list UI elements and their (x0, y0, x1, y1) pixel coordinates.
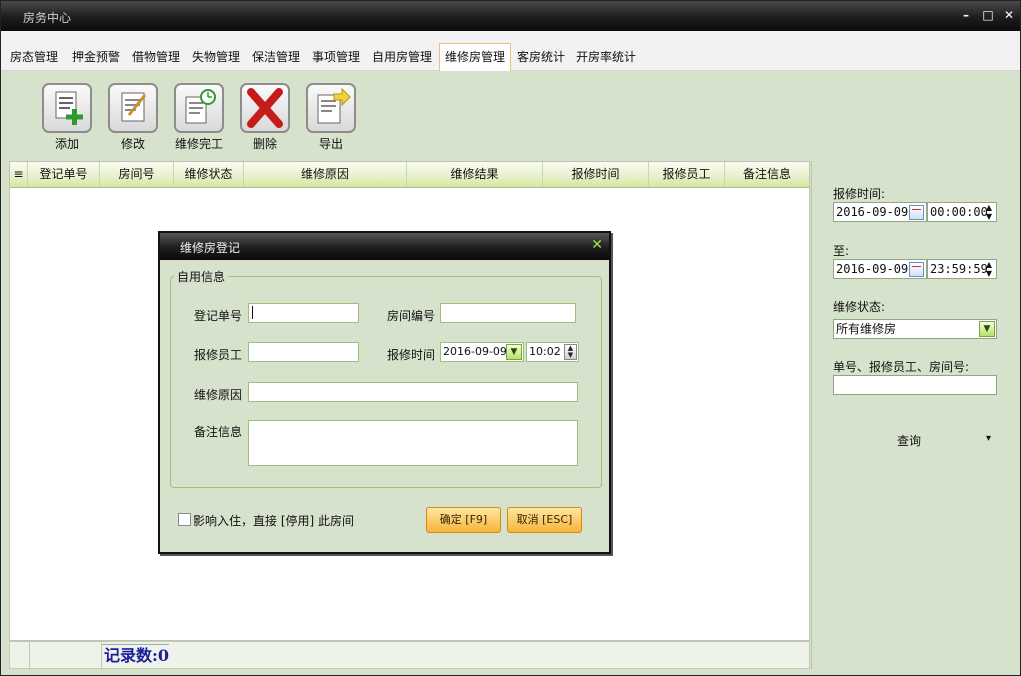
maximize-button[interactable]: □ (980, 7, 996, 23)
status-cell (10, 642, 30, 668)
query-button[interactable]: 查询 (897, 432, 921, 449)
search-input[interactable] (833, 375, 997, 395)
module-tabs: 房态管理 押金预警 借物管理 失物管理 保洁管理 事项管理 自用房管理 维修房管… (1, 31, 1020, 71)
staff-label: 报修员工 (193, 348, 242, 362)
delete-x-icon (240, 83, 290, 133)
edit-button[interactable]: 修改 (107, 83, 159, 152)
time-spinner-icon[interactable]: ▲ ▼ (983, 260, 995, 278)
chevron-down-icon[interactable]: ▼ (979, 321, 995, 337)
column-header[interactable]: 报修员工 (649, 162, 725, 187)
tab-guest-stats[interactable]: 客房统计 (513, 45, 569, 69)
export-button[interactable]: 导出 (305, 83, 357, 152)
calendar-icon[interactable] (909, 205, 924, 220)
tab-lost[interactable]: 失物管理 (187, 45, 245, 69)
status-bar: 记录数:0 (9, 641, 810, 669)
column-header[interactable]: 备注信息 (725, 162, 809, 187)
repair-status-value: 所有维修房 (836, 322, 897, 336)
minimize-button[interactable]: – (958, 7, 974, 23)
export-label: 导出 (318, 137, 343, 151)
dialog-title-bar: 维修房登记 ✕ (160, 233, 609, 260)
column-header[interactable]: 维修状态 (174, 162, 244, 187)
text-caret (252, 306, 253, 319)
time-spinner-icon[interactable]: ▲ ▼ (564, 344, 577, 360)
repair-time-value: 10:02 (529, 345, 561, 358)
column-header[interactable]: 维修结果 (407, 162, 543, 187)
toolbar: 添加 修改 维修完工 删除 导出 (9, 71, 1014, 161)
disable-room-checkbox[interactable] (178, 513, 191, 526)
export-doc-icon (306, 83, 356, 133)
tab-borrow[interactable]: 借物管理 (127, 45, 185, 69)
record-count: 记录数:0 (102, 644, 170, 665)
filter-panel: 报修时间: 2016-09-09 00:00:00 ▲ ▼ 至: 2016-09-… (811, 161, 1014, 669)
reason-input[interactable] (248, 382, 578, 402)
confirm-button[interactable]: 确定 [F9] (426, 507, 501, 533)
dialog-close-icon[interactable]: ✕ (591, 237, 603, 253)
repair-date-value: 2016-09-09 (443, 345, 507, 358)
repair-status-label: 维修状态: (833, 300, 886, 314)
repair-time-label: 报修时间: (833, 187, 886, 201)
delete-label: 删除 (252, 137, 277, 151)
clock-doc-icon (174, 83, 224, 133)
repair-status-select[interactable]: 所有维修房 ▼ (833, 319, 997, 339)
tab-cleaning[interactable]: 保洁管理 (247, 45, 305, 69)
room-no-input[interactable] (440, 303, 576, 323)
table-header: ≡ 登记单号 房间号 维修状态 维修原因 维修结果 报修时间 报修员工 备注信息 (10, 162, 809, 188)
column-header[interactable]: 房间号 (100, 162, 174, 187)
repair-date-select[interactable]: 2016-09-09 ▼ (440, 342, 524, 362)
query-dropdown-icon[interactable]: ▾ (986, 433, 991, 444)
column-header[interactable]: 报修时间 (543, 162, 649, 187)
reason-label: 维修原因 (193, 388, 242, 402)
remark-textarea[interactable] (248, 420, 578, 466)
status-cell (30, 642, 102, 668)
column-chooser-icon[interactable]: ≡ (10, 162, 28, 187)
tab-room-status[interactable]: 房态管理 (5, 45, 63, 69)
repair-time-input[interactable]: 10:02 ▲ ▼ (526, 342, 579, 362)
edit-label: 修改 (120, 137, 145, 151)
time-spinner-icon[interactable]: ▲ ▼ (983, 203, 995, 221)
close-button[interactable]: ✕ (1001, 7, 1017, 23)
delete-button[interactable]: 删除 (239, 83, 291, 152)
tab-maintenance[interactable]: 维修房管理 (439, 43, 511, 71)
app-window: 房务中心 – □ ✕ 房态管理 押金预警 借物管理 失物管理 保洁管理 事项管理… (0, 0, 1021, 676)
complete-repair-label: 维修完工 (174, 137, 223, 151)
column-header[interactable]: 登记单号 (28, 162, 100, 187)
staff-input[interactable] (248, 342, 359, 362)
title-bar: 房务中心 – □ ✕ (1, 1, 1020, 31)
window-title: 房务中心 (23, 11, 72, 25)
dialog-title: 维修房登记 (180, 241, 241, 255)
calendar-icon[interactable] (909, 262, 924, 277)
tab-matters[interactable]: 事项管理 (307, 45, 365, 69)
search-label: 单号、报修员工、房间号: (833, 360, 970, 374)
remark-label: 备注信息 (193, 425, 242, 439)
add-doc-icon (42, 83, 92, 133)
tab-deposit-alert[interactable]: 押金预警 (67, 45, 125, 69)
order-no-label: 登记单号 (193, 309, 242, 323)
to-label: 至: (833, 244, 850, 258)
repair-time-label: 报修时间 (386, 348, 435, 362)
cancel-button[interactable]: 取消 [ESC] (507, 507, 582, 533)
tab-self-use[interactable]: 自用房管理 (367, 45, 437, 69)
repair-register-dialog: 维修房登记 ✕ 自用信息 登记单号 房间编号 报修员工 报修时间 2016-09… (158, 231, 611, 554)
add-label: 添加 (54, 137, 79, 151)
room-no-label: 房间编号 (386, 309, 435, 323)
tab-occupancy-stats[interactable]: 开房率统计 (571, 45, 641, 69)
order-no-input[interactable] (248, 303, 359, 323)
add-button[interactable]: 添加 (41, 83, 93, 152)
column-header[interactable]: 维修原因 (244, 162, 407, 187)
complete-repair-button[interactable]: 维修完工 (173, 83, 225, 152)
info-group-label: 自用信息 (174, 268, 229, 285)
chevron-down-icon[interactable]: ▼ (506, 344, 522, 360)
disable-room-label: 影响入住，直接 [停用] 此房间 (193, 514, 354, 528)
edit-doc-icon (108, 83, 158, 133)
